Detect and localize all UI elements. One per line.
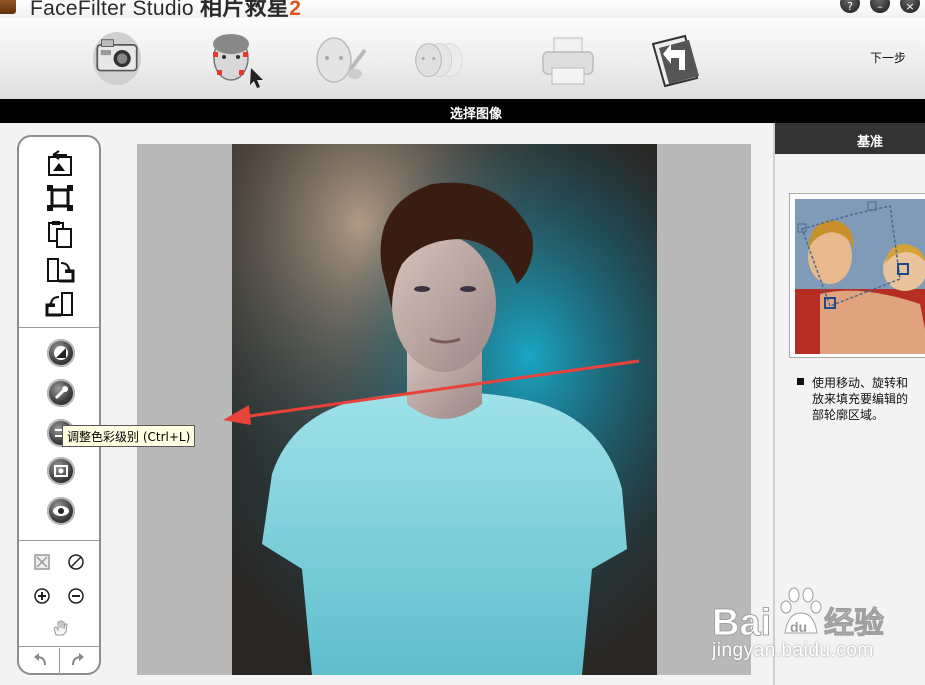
history-divider — [59, 648, 60, 675]
tool-panel — [17, 135, 101, 675]
app-title: FaceFilter Studio 相片救星2 — [30, 0, 301, 18]
tool-divider — [19, 327, 99, 328]
crop-icon[interactable] — [45, 183, 75, 213]
app-logo — [0, 0, 16, 14]
app-title-main: FaceFilter Studio — [30, 0, 194, 18]
right-panel-header: 基准 — [775, 123, 925, 154]
zoom-in-icon[interactable] — [33, 587, 51, 605]
app-title-cn: 相片救星 — [199, 0, 290, 18]
instruction-line: 部轮廓区域。 — [812, 408, 885, 422]
face-morph-icon[interactable] — [412, 30, 472, 90]
auto-fix-icon[interactable] — [47, 379, 75, 407]
close-icon[interactable]: × — [900, 0, 920, 13]
contrast-icon[interactable] — [47, 339, 75, 367]
printer-icon[interactable] — [538, 30, 598, 90]
redo-icon[interactable] — [69, 651, 87, 669]
app-title-version: 2 — [289, 0, 302, 18]
hand-pan-icon[interactable] — [51, 619, 69, 637]
reference-image — [789, 193, 925, 358]
face-retouch-icon[interactable] — [310, 30, 370, 90]
right-panel-title: 基准 — [856, 135, 883, 150]
zoom-out-icon[interactable] — [67, 587, 85, 605]
instruction-line: 使用移动、旋转和 — [812, 376, 909, 390]
minimize-icon[interactable]: – — [870, 0, 890, 13]
tool-divider — [19, 540, 99, 541]
step-toolbar: 下一步 — [0, 18, 925, 99]
instruction-text: 使用移动、旋转和 放来填充要编辑的 部轮廓区域。 — [812, 375, 925, 423]
face-select-icon[interactable] — [207, 30, 267, 90]
next-step-button[interactable]: 下一步 — [870, 49, 906, 66]
title-bar: FaceFilter Studio 相片救星2 ? – × — [0, 0, 925, 18]
fit-window-icon[interactable] — [33, 553, 51, 571]
paste-icon[interactable] — [45, 219, 75, 249]
rotate-right-icon[interactable] — [45, 255, 75, 285]
back-folder-icon[interactable] — [645, 30, 705, 90]
sharpen-icon[interactable] — [47, 457, 75, 485]
watermark-brand-cn: 经验 — [824, 606, 884, 641]
camera-icon[interactable] — [87, 26, 147, 86]
watermark-brand: Bai — [712, 602, 771, 644]
watermark-url: jingyan.baidu.com — [712, 640, 874, 661]
red-eye-icon[interactable] — [47, 497, 75, 525]
tooltip: 调整色彩级别 (Ctrl+L) — [62, 425, 196, 447]
annotation-arrow — [223, 359, 640, 425]
rotate-left-icon[interactable] — [45, 289, 75, 319]
help-icon[interactable]: ? — [840, 0, 860, 13]
watermark-logo: Bai du 经验 — [712, 587, 885, 645]
undo-icon[interactable] — [31, 651, 49, 669]
tool-divider — [19, 646, 99, 647]
instruction-line: 放来填充要编辑的 — [812, 392, 909, 406]
caption-title: 选择图像 — [449, 107, 502, 122]
svg-text:du: du — [790, 619, 807, 635]
instruction-bullet — [797, 378, 804, 385]
no-zoom-icon[interactable] — [67, 553, 85, 571]
madonna-reference-picture — [795, 199, 925, 354]
open-image-icon[interactable] — [45, 149, 75, 179]
caption-bar: 选择图像 — [0, 99, 925, 123]
